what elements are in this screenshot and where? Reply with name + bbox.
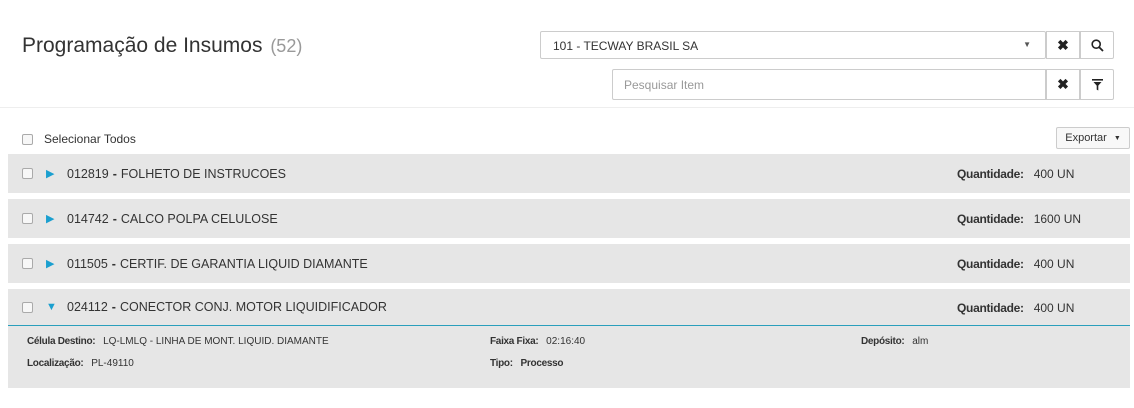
quantity-value: 1600 UN bbox=[1033, 211, 1082, 226]
item-quantity: Quantidade: 1600 UN bbox=[957, 199, 1081, 238]
quantity-value: 400 UN bbox=[1033, 166, 1075, 181]
item-name: CERTIF. DE GARANTIA LIQUID DIAMANTE bbox=[119, 256, 368, 271]
search-button[interactable] bbox=[1080, 31, 1114, 59]
triangle-right-icon[interactable]: ▶ bbox=[46, 257, 58, 270]
filter-icon bbox=[1091, 78, 1103, 90]
select-all-label: Selecionar Todos bbox=[44, 132, 136, 146]
export-button[interactable]: Exportar ▼ bbox=[1056, 127, 1130, 149]
detail-value: 02:16:40 bbox=[546, 336, 586, 347]
company-select[interactable]: 101 - TECWAY BRASIL SA ▼ bbox=[540, 31, 1046, 59]
quantity-label: Quantidade: bbox=[957, 300, 1024, 315]
item-separator: - bbox=[112, 166, 117, 181]
close-icon: ✖ bbox=[1057, 76, 1069, 92]
clear-company-button[interactable]: ✖ bbox=[1046, 31, 1080, 59]
list-item[interactable]: ▶ 012819 - FOLHETO DE INSTRUCOES Quantid… bbox=[8, 154, 1130, 193]
quantity-label: Quantidade: bbox=[957, 211, 1024, 226]
item-separator: - bbox=[111, 256, 116, 271]
item-quantity: Quantidade: 400 UN bbox=[957, 244, 1074, 283]
quantity-value: 400 UN bbox=[1033, 256, 1075, 271]
quantity-value: 400 UN bbox=[1033, 300, 1075, 315]
quantity-label: Quantidade: bbox=[957, 166, 1024, 181]
select-all[interactable]: Selecionar Todos bbox=[22, 132, 136, 146]
close-icon: ✖ bbox=[1057, 36, 1069, 53]
item-checkbox[interactable] bbox=[22, 168, 33, 179]
page-header: Programação de Insumos (52) 101 - TECWAY… bbox=[0, 0, 1134, 108]
item-separator: - bbox=[111, 300, 116, 314]
detail-label: Faixa Fixa: bbox=[490, 336, 539, 347]
detail-localizacao: Localização: PL-49110 bbox=[27, 358, 134, 369]
triangle-right-icon[interactable]: ▶ bbox=[46, 167, 58, 180]
search-icon bbox=[1090, 38, 1104, 52]
item-code: 012819 bbox=[67, 166, 109, 181]
detail-label: Tipo: bbox=[490, 358, 513, 369]
detail-cell-destino: Célula Destino: LQ-LMLQ - LINHA DE MONT.… bbox=[27, 336, 329, 347]
triangle-right-icon[interactable]: ▶ bbox=[46, 212, 58, 225]
item-quantity: Quantidade: 400 UN bbox=[957, 289, 1074, 326]
caret-down-icon: ▼ bbox=[1113, 134, 1121, 142]
detail-value: Processo bbox=[520, 358, 564, 369]
detail-value: LQ-LMLQ - LINHA DE MONT. LIQUID. DIAMANT… bbox=[103, 336, 329, 347]
detail-label: Célula Destino: bbox=[27, 336, 96, 347]
filter-button[interactable] bbox=[1080, 69, 1114, 100]
export-label: Exportar bbox=[1065, 132, 1107, 144]
caret-down-icon: ▼ bbox=[1023, 40, 1031, 49]
item-checkbox[interactable] bbox=[22, 213, 33, 224]
page-title: Programação de Insumos (52) bbox=[22, 34, 302, 58]
item-code: 011505 bbox=[67, 256, 108, 271]
item-separator: - bbox=[112, 211, 117, 226]
detail-label: Localização: bbox=[27, 358, 84, 369]
item-code: 024112 bbox=[67, 300, 108, 314]
clear-search-button[interactable]: ✖ bbox=[1046, 69, 1080, 100]
quantity-label: Quantidade: bbox=[957, 256, 1024, 271]
detail-tipo: Tipo: Processo bbox=[490, 358, 568, 369]
list-item[interactable]: ▶ 014742 - CALCO POLPA CELULOSE Quantida… bbox=[8, 199, 1130, 238]
item-quantity: Quantidade: 400 UN bbox=[957, 154, 1074, 193]
select-all-checkbox[interactable] bbox=[22, 133, 33, 145]
list-item-expanded[interactable]: ▼ 024112 - CONECTOR CONJ. MOTOR LIQUIDIF… bbox=[8, 289, 1130, 326]
list-item[interactable]: ▶ 011505 - CERTIF. DE GARANTIA LIQUID DI… bbox=[8, 244, 1130, 283]
item-name: CALCO POLPA CELULOSE bbox=[120, 211, 278, 226]
item-details-panel: Célula Destino: LQ-LMLQ - LINHA DE MONT.… bbox=[8, 326, 1130, 388]
page-title-text: Programação de Insumos bbox=[22, 34, 263, 57]
item-checkbox[interactable] bbox=[22, 258, 33, 269]
detail-value: alm bbox=[912, 336, 929, 347]
detail-deposito: Depósito: alm bbox=[861, 336, 928, 347]
item-code: 014742 bbox=[67, 211, 109, 226]
detail-faixa-fixa: Faixa Fixa: 02:16:40 bbox=[490, 336, 585, 347]
detail-label: Depósito: bbox=[861, 336, 905, 347]
item-name: FOLHETO DE INSTRUCOES bbox=[120, 166, 286, 181]
search-item-input[interactable] bbox=[612, 69, 1046, 100]
detail-value: PL-49110 bbox=[91, 358, 134, 369]
item-checkbox[interactable] bbox=[22, 301, 33, 313]
triangle-down-icon[interactable]: ▼ bbox=[46, 301, 58, 313]
company-select-value: 101 - TECWAY BRASIL SA bbox=[553, 39, 699, 53]
item-count: (52) bbox=[270, 36, 303, 56]
item-name: CONECTOR CONJ. MOTOR LIQUIDIFICADOR bbox=[119, 300, 387, 314]
